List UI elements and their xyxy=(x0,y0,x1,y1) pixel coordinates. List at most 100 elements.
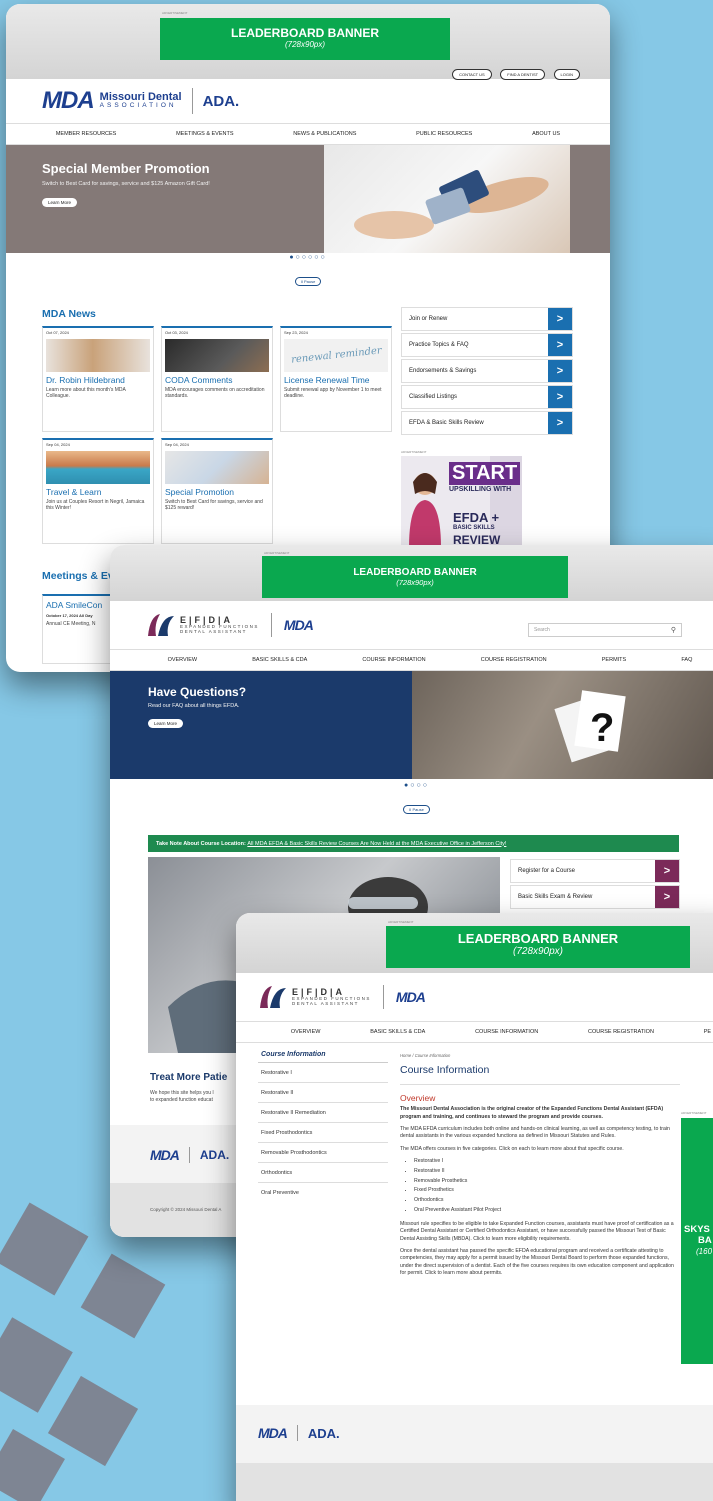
sidebar-item-removable-prosthodontics[interactable]: Removable Prosthodontics xyxy=(258,1143,388,1163)
eligibility-paragraph: Missouri rule specifies to be eligible t… xyxy=(400,1221,680,1243)
breadcrumb: Home / Course Information xyxy=(400,1053,680,1059)
leaderboard-banner[interactable]: LEADERBOARD BANNER (728x90px) xyxy=(386,926,690,968)
svg-text:?: ? xyxy=(590,706,614,750)
footer-mda-logo[interactable]: MDA xyxy=(150,1147,180,1163)
nav-meetings-events[interactable]: MEETINGS & EVENTS xyxy=(176,131,233,137)
efda-wordmark: E|F|D|A EXPANDED FUNCTIONS DENTAL ASSIST… xyxy=(180,615,259,635)
course-link-fixed-prosthetics[interactable]: Fixed Prosthetics xyxy=(414,1187,454,1193)
nav-course-information[interactable]: COURSE INFORMATION xyxy=(362,657,425,663)
sidebar-item-oral-preventive[interactable]: Oral Preventive xyxy=(258,1183,388,1203)
carousel-pause-button[interactable]: II Pause xyxy=(403,805,430,814)
news-desc: Join us at Couples Resort in Negril, Jam… xyxy=(46,499,145,512)
sidebar-title: Course Information xyxy=(258,1049,388,1063)
contact-us-button[interactable]: CONTACT US xyxy=(452,69,492,80)
efda-logo-icon[interactable] xyxy=(258,984,288,1010)
news-title[interactable]: Travel & Learn xyxy=(43,486,153,498)
quick-link-classifieds[interactable]: Classified Listings > xyxy=(401,385,573,409)
search-box[interactable]: Search ⚲ xyxy=(528,623,682,637)
nav-basic-skills-cda[interactable]: BASIC SKILLS & CDA xyxy=(252,657,307,663)
footer-ada-logo[interactable]: ADA. xyxy=(308,1426,340,1441)
eligibility-link[interactable]: Click to learn more eligibility requirem… xyxy=(473,1236,570,1242)
course-link-restorative-i[interactable]: Restorative I xyxy=(414,1158,443,1164)
news-title[interactable]: License Renewal Time xyxy=(281,374,391,386)
mda-logo[interactable]: MDA xyxy=(284,617,314,633)
nav-overview[interactable]: OVERVIEW xyxy=(168,657,198,663)
carousel-dots[interactable]: ●○○○○○ xyxy=(6,254,610,261)
course-link-orthodontics[interactable]: Orthodontics xyxy=(414,1197,443,1203)
find-a-dentist-button[interactable]: FIND A DENTIST xyxy=(500,69,546,80)
search-input[interactable]: Search xyxy=(534,627,550,633)
mda-logo[interactable]: MDA xyxy=(396,989,426,1005)
efda-header: E|F|D|A EXPANDED FUNCTIONS DENTAL ASSIST… xyxy=(110,601,713,649)
nav-faq[interactable]: FAQ xyxy=(681,657,692,663)
login-button[interactable]: LOGIN xyxy=(553,69,580,80)
renewal-image-text: renewal reminder xyxy=(290,345,382,366)
learn-more-button[interactable]: Learn More xyxy=(148,719,184,728)
upskilling-ad[interactable]: START UPSKILLING WITH EFDA + BASIC SKILL… xyxy=(401,456,522,548)
treat-text-line1: We hope this site helps you l xyxy=(150,1090,214,1096)
quick-link-join-renew[interactable]: Join or Renew > xyxy=(401,307,573,331)
leaderboard-size: (728x90px) xyxy=(284,40,326,49)
nav-public-resources[interactable]: PUBLIC RESOURCES xyxy=(416,131,472,137)
sidebar-item-fixed-prosthodontics[interactable]: Fixed Prosthodontics xyxy=(258,1123,388,1143)
news-title[interactable]: Special Promotion xyxy=(162,486,272,498)
quick-link-register-course[interactable]: Register for a Course > xyxy=(510,859,680,883)
permit-link[interactable]: Click to learn more about permits. xyxy=(425,1270,503,1276)
carousel-pause-button[interactable]: II Pause xyxy=(294,277,322,286)
nav-course-registration[interactable]: COURSE REGISTRATION xyxy=(481,657,547,663)
course-link-restorative-ii[interactable]: Restorative II xyxy=(414,1168,445,1174)
sidebar-item-restorative-ii-remediation[interactable]: Restorative II Remediation xyxy=(258,1103,388,1123)
news-image xyxy=(165,451,269,484)
footer-mda-logo[interactable]: MDA xyxy=(258,1425,288,1441)
leaderboard-banner[interactable]: LEADERBOARD BANNER (728x90px) xyxy=(160,18,450,60)
carousel-dots[interactable]: ●○○○ xyxy=(110,782,713,789)
chevron-right-icon: > xyxy=(655,886,679,908)
news-title[interactable]: CODA Comments xyxy=(162,374,272,386)
ad-label: ADVERTISEMENT xyxy=(264,551,290,555)
nav-news-publications[interactable]: NEWS & PUBLICATIONS xyxy=(293,131,356,137)
nav-course-information[interactable]: COURSE INFORMATION xyxy=(475,1029,538,1035)
leaderboard-title: LEADERBOARD BANNER xyxy=(230,26,379,40)
nav-basic-skills-cda[interactable]: BASIC SKILLS & CDA xyxy=(370,1029,425,1035)
skyscraper-banner[interactable]: SKYS BA (160 xyxy=(681,1118,713,1364)
course-nav: OVERVIEW BASIC SKILLS & CDA COURSE INFOR… xyxy=(236,1021,713,1043)
learn-more-button[interactable]: Learn More xyxy=(42,198,78,207)
news-card[interactable]: Sep 23, 2024 renewal reminder License Re… xyxy=(280,326,392,432)
news-image xyxy=(46,451,150,484)
news-card[interactable]: Oct 03, 2024 CODA Comments MDA encourage… xyxy=(161,326,273,432)
search-icon[interactable]: ⚲ xyxy=(671,626,676,634)
chevron-right-icon: > xyxy=(655,860,679,882)
course-link-removable-prosthetics[interactable]: Removable Prosthetics xyxy=(414,1178,467,1184)
sidebar-item-restorative-ii[interactable]: Restorative II xyxy=(258,1083,388,1103)
quick-link-basic-skills-exam[interactable]: Basic Skills Exam & Review > xyxy=(510,885,680,909)
footer-ada-logo[interactable]: ADA. xyxy=(200,1148,229,1162)
chevron-right-icon: > xyxy=(548,360,572,382)
logo-divider xyxy=(191,88,193,114)
news-card[interactable]: Sep 04, 2024 Special Promotion Switch to… xyxy=(161,438,273,544)
news-date: Oct 03, 2024 xyxy=(165,330,188,335)
utility-buttons: CONTACT US FIND A DENTIST LOGIN xyxy=(448,63,580,81)
breadcrumb-home[interactable]: Home xyxy=(400,1053,411,1058)
sidebar-item-restorative-i[interactable]: Restorative I xyxy=(258,1063,388,1083)
quick-link-endorsements[interactable]: Endorsements & Savings > xyxy=(401,359,573,383)
nav-permits[interactable]: PE xyxy=(704,1029,711,1035)
notice-link[interactable]: All MDA EFDA & Basic Skills Review Cours… xyxy=(247,841,506,847)
news-card[interactable]: Sep 04, 2024 Travel & Learn Join us at C… xyxy=(42,438,154,544)
news-title[interactable]: Dr. Robin Hildebrand xyxy=(43,374,153,386)
breadcrumb-current: Course Information xyxy=(414,1053,451,1058)
course-link-oral-preventive[interactable]: Oral Preventive Assistant Pilot Project xyxy=(414,1207,501,1213)
nav-course-registration[interactable]: COURSE REGISTRATION xyxy=(588,1029,654,1035)
ad-upskilling: UPSKILLING WITH xyxy=(449,486,512,493)
quick-link-practice-topics[interactable]: Practice Topics & FAQ > xyxy=(401,333,573,357)
nav-about-us[interactable]: ABOUT US xyxy=(532,131,560,137)
news-card[interactable]: Oct 07, 2024 Dr. Robin Hildebrand Learn … xyxy=(42,326,154,432)
nav-permits[interactable]: PERMITS xyxy=(602,657,626,663)
quick-link-efda-review[interactable]: EFDA & Basic Skills Review > xyxy=(401,411,573,435)
ada-logo[interactable]: ADA. xyxy=(203,93,240,110)
efda-logo-icon[interactable] xyxy=(146,612,176,638)
mda-logo[interactable]: MDA xyxy=(42,87,95,115)
leaderboard-banner[interactable]: LEADERBOARD BANNER (728x90px) xyxy=(262,556,568,598)
nav-member-resources[interactable]: MEMBER RESOURCES xyxy=(56,131,117,137)
sidebar-item-orthodontics[interactable]: Orthodontics xyxy=(258,1163,388,1183)
nav-overview[interactable]: OVERVIEW xyxy=(291,1029,321,1035)
